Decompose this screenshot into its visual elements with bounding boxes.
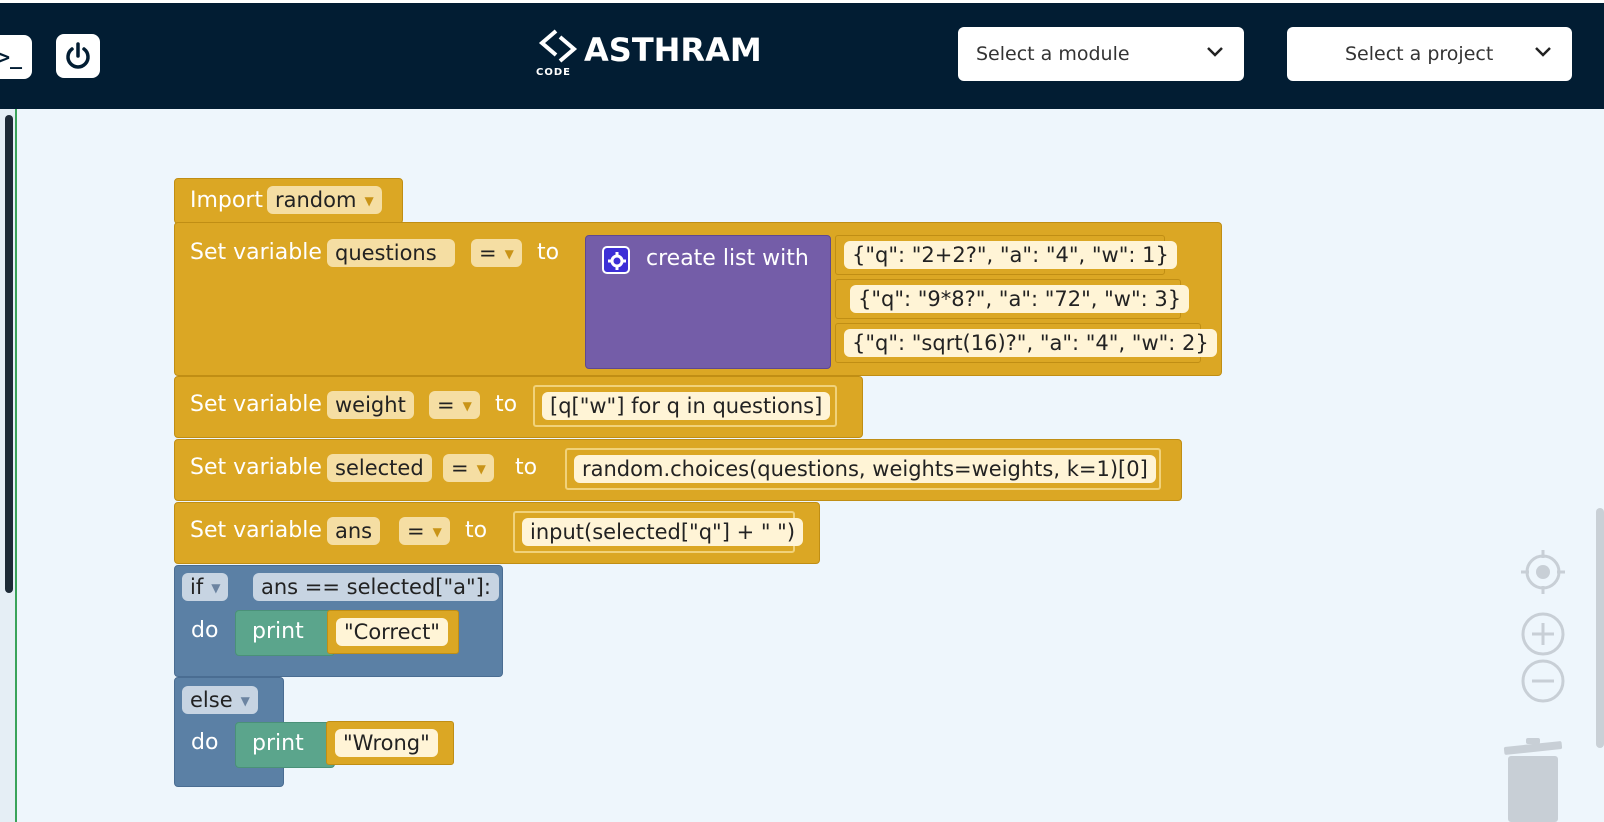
print-label: print xyxy=(252,619,304,644)
dropdown-arrow-icon: ▼ xyxy=(476,462,486,476)
import-module-dropdown[interactable]: random ▼ xyxy=(267,186,382,214)
recenter-icon[interactable] xyxy=(1520,549,1566,595)
list-item-value[interactable]: {"q": "2+2?", "a": "4", "w": 1} xyxy=(844,241,1177,269)
zoom-out-icon[interactable] xyxy=(1520,658,1566,704)
list-item-slot[interactable]: {"q": "2+2?", "a": "4", "w": 1} xyxy=(835,235,1177,275)
set-variable-label: Set variable xyxy=(190,455,322,480)
mutator-gear-button[interactable] xyxy=(602,246,630,274)
set-variable-label: Set variable xyxy=(190,392,322,417)
project-select-label: Select a project xyxy=(1345,43,1494,65)
else-keyword-dropdown[interactable]: else ▼ xyxy=(182,686,258,714)
dropdown-arrow-icon: ▼ xyxy=(364,194,374,208)
expression-slot[interactable]: random.choices(questions, weights=weight… xyxy=(565,448,1161,490)
do-label: do xyxy=(191,730,219,755)
print-label: print xyxy=(252,731,304,756)
import-block[interactable]: Import random ▼ xyxy=(174,178,403,224)
chevron-down-icon xyxy=(1207,47,1223,57)
list-item-value[interactable]: {"q": "9*8?", "a": "72", "w": 3} xyxy=(850,285,1190,313)
variable-name-field[interactable]: ans xyxy=(327,517,381,545)
print-arg-value[interactable]: "Wrong" xyxy=(335,729,438,757)
logo-text: ASTHRAM xyxy=(584,31,762,69)
set-variable-block-ans[interactable]: Set variable ans = ▼ to input(selected["q… xyxy=(174,502,820,564)
to-label: to xyxy=(495,392,518,417)
assign-op-value: = xyxy=(479,241,497,265)
assign-op-dropdown[interactable]: = ▼ xyxy=(399,517,450,545)
list-item-slot[interactable]: {"q": "sqrt(16)?", "a": "4", "w": 2} xyxy=(835,323,1217,363)
chevron-down-icon xyxy=(1535,47,1551,57)
else-block[interactable]: else ▼ do print xyxy=(174,677,335,787)
project-select[interactable]: Select a project xyxy=(1287,27,1572,81)
variable-name-field[interactable]: weight xyxy=(327,391,414,419)
assign-op-dropdown[interactable]: = ▼ xyxy=(429,391,480,419)
assign-op-value: = xyxy=(437,393,455,417)
if-keyword-value: if xyxy=(190,575,204,599)
to-label: to xyxy=(515,455,538,480)
assign-op-dropdown[interactable]: = ▼ xyxy=(471,239,522,267)
else-keyword-value: else xyxy=(190,688,233,712)
print-arg-value[interactable]: "Correct" xyxy=(336,618,448,646)
create-list-block[interactable]: create list with xyxy=(585,235,831,369)
expression-value[interactable]: [q["w"] for q in questions] xyxy=(542,392,831,420)
power-button[interactable] xyxy=(56,34,100,78)
if-condition-field[interactable]: ans == selected["a"]: xyxy=(253,573,499,601)
expression-slot[interactable]: input(selected["q"] + " ") xyxy=(513,511,804,553)
vertical-scrollbar-right[interactable] xyxy=(1596,508,1604,748)
assign-op-value: = xyxy=(451,456,469,480)
trash-icon[interactable] xyxy=(1502,738,1564,822)
to-label: to xyxy=(537,240,560,265)
import-label: Import xyxy=(190,188,264,213)
import-module-value: random xyxy=(275,188,357,212)
set-variable-label: Set variable xyxy=(190,240,322,265)
dropdown-arrow-icon: ▼ xyxy=(504,247,514,261)
print-arg-slot[interactable]: "Wrong" xyxy=(326,721,454,765)
dropdown-arrow-icon: ▼ xyxy=(432,525,442,539)
set-variable-block-selected[interactable]: Set variable selected = ▼ to random.choic… xyxy=(174,439,1182,501)
expression-slot[interactable]: [q["w"] for q in questions] xyxy=(533,385,837,427)
list-item-slot[interactable]: {"q": "9*8?", "a": "72", "w": 3} xyxy=(835,279,1190,319)
assign-op-dropdown[interactable]: = ▼ xyxy=(443,454,494,482)
list-item-value[interactable]: {"q": "sqrt(16)?", "a": "4", "w": 2} xyxy=(844,329,1217,357)
print-block[interactable]: print xyxy=(235,610,335,656)
print-block[interactable]: print xyxy=(235,722,335,768)
dropdown-arrow-icon: ▼ xyxy=(211,581,221,595)
dropdown-arrow-icon: ▼ xyxy=(462,399,472,413)
module-select-label: Select a module xyxy=(976,43,1130,65)
do-label: do xyxy=(191,618,219,643)
logo-mark-icon xyxy=(538,29,578,63)
zoom-in-icon[interactable] xyxy=(1520,611,1566,657)
to-label: to xyxy=(465,518,488,543)
module-select[interactable]: Select a module xyxy=(958,27,1244,81)
gear-icon xyxy=(608,252,626,270)
set-variable-label: Set variable xyxy=(190,518,322,543)
terminal-button[interactable]: >_ xyxy=(0,35,32,79)
power-icon xyxy=(66,42,90,69)
expression-value[interactable]: random.choices(questions, weights=weight… xyxy=(574,455,1156,483)
variable-name-field[interactable]: questions xyxy=(327,239,455,267)
expression-value[interactable]: input(selected["q"] + " ") xyxy=(522,518,804,546)
if-keyword-dropdown[interactable]: if ▼ xyxy=(182,573,229,601)
create-list-label: create list with xyxy=(646,246,809,271)
logo-subtext: CODE xyxy=(536,67,571,78)
set-variable-block-weight[interactable]: Set variable weight = ▼ to [q["w"] for q … xyxy=(174,376,863,438)
if-block[interactable]: if ▼ ans == selected["a"]: do print "Corr… xyxy=(174,565,503,677)
assign-op-value: = xyxy=(407,519,425,543)
dropdown-arrow-icon: ▼ xyxy=(240,694,250,708)
vertical-scrollbar-left[interactable] xyxy=(5,115,13,593)
print-arg-slot[interactable]: "Correct" xyxy=(327,610,459,654)
asthram-logo: ASTHRAM CODE xyxy=(536,27,762,83)
variable-name-field[interactable]: selected xyxy=(327,454,432,482)
top-bar: >_ ASTHRAM CODE Select a module Select a… xyxy=(0,0,1604,109)
set-variable-block-questions[interactable]: Set variable questions = ▼ to create list… xyxy=(174,222,1222,376)
